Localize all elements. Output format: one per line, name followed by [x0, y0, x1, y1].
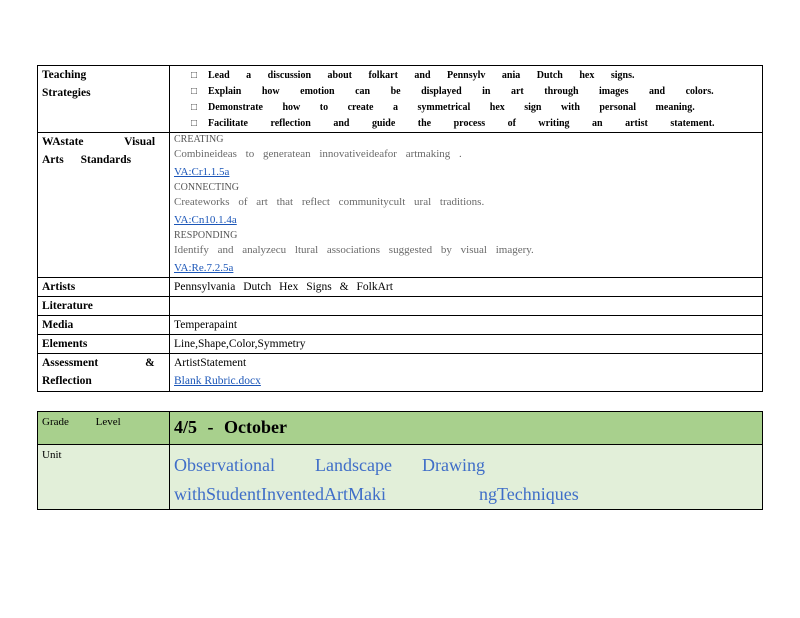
elements-label: Elements	[37, 334, 170, 354]
literature-label: Literature	[37, 296, 170, 316]
grade-label: Grade Level	[37, 411, 170, 445]
checkbox-icon: □	[191, 86, 198, 97]
assessment-cell: ArtistStatement Blank Rubric.docx	[169, 353, 763, 392]
assessment-row: Assessment & Reflection ArtistStatement …	[37, 353, 763, 392]
unit-label: Unit	[37, 444, 170, 510]
standards-cell: CREATING Combineideas to generatean inno…	[169, 132, 763, 278]
strategy-item: □ Explain how emotion can be displayed i…	[191, 84, 762, 100]
media-value: Temperapaint	[169, 315, 763, 335]
assessment-label: Assessment & Reflection	[37, 353, 170, 392]
checkbox-icon: □	[191, 70, 198, 81]
unit-title-word: Observational	[174, 455, 275, 475]
strategy-item: □ Demonstrate how to create a symmetrica…	[191, 100, 762, 116]
media-label: Media	[37, 315, 170, 335]
artists-label: Artists	[37, 277, 170, 297]
strategy-item: □ Facilitate reflection and guide the pr…	[191, 116, 762, 132]
grade-row: Grade Level 4/5 - October	[37, 411, 763, 445]
standards-label: WAstate Visual Arts Standards	[37, 132, 170, 278]
grade-value: 4/5 - October	[174, 417, 287, 437]
teaching-strategies-cell: □ Lead a discussion about folkart and Pe…	[169, 65, 763, 133]
teaching-strategies-row: Teaching Strategies □ Lead a discussion …	[37, 65, 763, 133]
assessment-value: ArtistStatement	[174, 357, 247, 369]
teaching-strategies-label: Teaching Strategies	[37, 65, 170, 133]
responding-description: Identify and analyzecu ltural associatio…	[174, 244, 534, 256]
unit-title-part: ngTechniques	[479, 484, 579, 504]
unit-row: Unit Observational Landscape Drawing withS…	[37, 444, 763, 510]
connecting-heading: CONNECTING	[174, 182, 239, 193]
creating-description: Combineideas to generatean innovativeide…	[174, 148, 462, 160]
connecting-description: Createworks of art that reflect communit…	[174, 196, 485, 208]
artists-row: Artists Pennsylvania Dutch Hex Signs & F…	[37, 277, 763, 297]
unit-cell: Observational Landscape Drawing withStuden…	[169, 444, 763, 510]
creating-heading: CREATING	[174, 134, 224, 145]
strategy-item: □ Lead a discussion about folkart and Pe…	[191, 68, 762, 84]
elements-value: Line,Shape,Color,Symmetry	[169, 334, 763, 354]
checkbox-icon: □	[191, 102, 198, 113]
grade-cell: 4/5 - October	[169, 411, 763, 445]
literature-value	[169, 296, 763, 316]
responding-code-link[interactable]: VA:Re.7.2.5a	[174, 261, 243, 276]
unit-title: Observational Landscape Drawing withStuden…	[170, 445, 762, 509]
unit-title-word: Drawing	[422, 455, 485, 475]
connecting-code-link[interactable]: VA:Cn10.1.4a	[174, 213, 247, 228]
literature-row: Literature	[37, 296, 763, 316]
responding-heading: RESPONDING	[174, 230, 238, 241]
checkbox-icon: □	[191, 118, 198, 129]
lesson-plan-table: Teaching Strategies □ Lead a discussion …	[37, 65, 763, 392]
unit-table: Grade Level 4/5 - October Unit Observati…	[37, 411, 763, 510]
elements-row: Elements Line,Shape,Color,Symmetry	[37, 334, 763, 354]
strategies-list: □ Lead a discussion about folkart and Pe…	[174, 66, 762, 132]
unit-title-part: withStudentInventedArtMaki	[174, 484, 386, 504]
creating-code-link[interactable]: VA:Cr1.1.5a	[174, 165, 239, 180]
rubric-link[interactable]: Blank Rubric.docx	[174, 375, 271, 387]
unit-title-word: Landscape	[315, 455, 392, 475]
artists-value: Pennsylvania Dutch Hex Signs & FolkArt	[169, 277, 763, 297]
standards-row: WAstate Visual Arts Standards CREATING C…	[37, 132, 763, 278]
media-row: Media Temperapaint	[37, 315, 763, 335]
